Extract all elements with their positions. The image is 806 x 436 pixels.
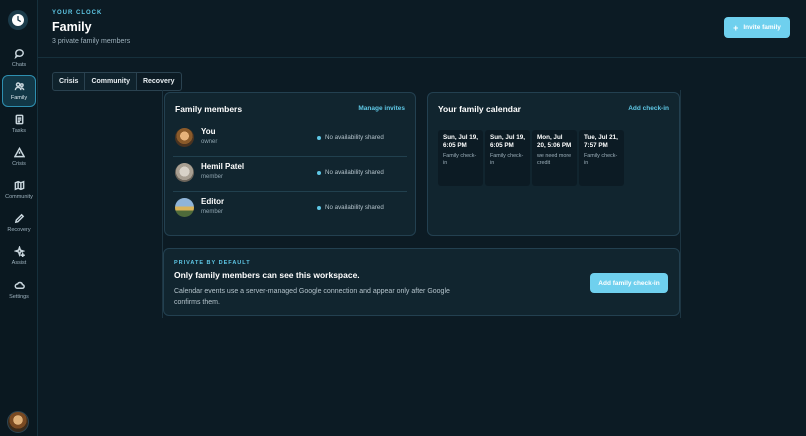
sidebar-item-recovery[interactable]: Recovery (2, 207, 36, 239)
sidebar-item-label: Settings (9, 294, 29, 300)
calendar-event[interactable]: Sun, Jul 19, 6:05 PM Family check-in (485, 130, 530, 186)
sidebar-item-chats[interactable]: Chats (2, 42, 36, 74)
family-members-card: Family members Manage invites You owner … (164, 92, 416, 236)
event-note: Family check-in (490, 153, 524, 166)
sidebar: Chats Family Tasks Crisis Community Reco… (0, 0, 38, 436)
avatar (175, 128, 194, 147)
privacy-title: Only family members can see this workspa… (174, 270, 360, 280)
chat-icon (14, 49, 24, 59)
sidebar-item-tasks[interactable]: Tasks (2, 108, 36, 140)
availability-text: No availability shared (325, 204, 384, 211)
availability-status: No availability shared (317, 134, 384, 141)
availability-status: No availability shared (317, 204, 384, 211)
list-item: You owner No availability shared (173, 122, 407, 157)
tasks-icon (15, 114, 23, 125)
page-header: YOUR CLOCK Family 3 private family membe… (38, 0, 806, 58)
status-dot-icon (317, 135, 321, 140)
avatar (175, 163, 194, 182)
add-check-in-link[interactable]: Add check-in (628, 105, 669, 112)
family-members-title: Family members (175, 104, 243, 114)
pencil-icon (14, 213, 24, 224)
status-dot-icon (317, 205, 321, 210)
tab-crisis[interactable]: Crisis (52, 72, 86, 91)
map-icon (14, 180, 24, 191)
header-eyebrow: YOUR CLOCK (52, 10, 103, 16)
list-item: Editor member No availability shared (173, 192, 407, 227)
sidebar-item-crisis[interactable]: Crisis (2, 141, 36, 173)
calendar-event[interactable]: Sun, Jul 19, 6:05 PM Family check-in (438, 130, 483, 186)
availability-text: No availability shared (325, 134, 384, 141)
tab-recovery[interactable]: Recovery (136, 72, 182, 91)
availability-text: No availability shared (325, 169, 384, 176)
avatar (175, 198, 194, 217)
page-subtitle: 3 private family members (52, 38, 131, 45)
event-note: Family check-in (584, 153, 618, 166)
status-dot-icon (317, 170, 321, 175)
calendar-event[interactable]: Tue, Jul 21, 7:57 PM Family check-in (579, 130, 624, 186)
clock-logo-icon[interactable] (8, 10, 28, 30)
sidebar-item-label: Recovery (7, 227, 31, 233)
add-family-check-in-button[interactable]: Add family check-in (590, 273, 668, 293)
cloud-icon (14, 281, 25, 289)
tab-community[interactable]: Community (85, 72, 137, 91)
plus-icon: + (733, 22, 739, 33)
sidebar-item-label: Tasks (11, 128, 27, 134)
family-icon (14, 82, 24, 91)
invite-family-button[interactable]: + Invite family (724, 17, 790, 38)
event-date: Mon, Jul 20, 5:06 PM (537, 134, 572, 149)
tab-bar: Crisis Community Recovery (52, 72, 182, 91)
event-note: Family check-in (443, 153, 477, 166)
sidebar-item-label: Chats (11, 62, 27, 68)
member-name: Hemil Patel (201, 162, 245, 171)
family-calendar-card: Your family calendar Add check-in Sun, J… (427, 92, 680, 236)
sidebar-item-assist[interactable]: Assist (2, 240, 36, 272)
avatar[interactable] (7, 411, 29, 433)
event-date: Sun, Jul 19, 6:05 PM (490, 134, 525, 149)
family-calendar-title: Your family calendar (438, 104, 521, 114)
event-date: Sun, Jul 19, 6:05 PM (443, 134, 478, 149)
member-name: You (201, 127, 216, 136)
warning-icon (13, 147, 25, 158)
event-note: we need more credit (537, 153, 572, 166)
member-name: Editor (201, 197, 225, 206)
sidebar-item-label: Community (5, 194, 33, 200)
sidebar-item-family[interactable]: Family (2, 75, 36, 107)
privacy-eyebrow: PRIVATE BY DEFAULT (174, 260, 251, 266)
page-title: Family (52, 20, 92, 34)
privacy-description: Calendar events use a server-managed Goo… (174, 288, 450, 306)
manage-invites-link[interactable]: Manage invites (358, 105, 405, 112)
sidebar-item-label: Family (10, 95, 28, 101)
list-item: Hemil Patel member No availability share… (173, 157, 407, 192)
privacy-card: PRIVATE BY DEFAULT Only family members c… (163, 248, 680, 316)
member-role: member (201, 209, 224, 215)
sidebar-item-settings[interactable]: Settings (2, 274, 36, 306)
sidebar-item-community[interactable]: Community (2, 174, 36, 206)
invite-family-label: Invite family (743, 24, 781, 31)
sidebar-item-label: Assist (11, 260, 27, 266)
sidebar-item-label: Crisis (12, 161, 26, 167)
calendar-event[interactable]: Mon, Jul 20, 5:06 PM we need more credit (532, 130, 577, 186)
member-role: member (201, 174, 224, 180)
member-role: owner (201, 139, 218, 145)
sparkle-icon (13, 246, 25, 257)
availability-status: No availability shared (317, 169, 384, 176)
event-date: Tue, Jul 21, 7:57 PM (584, 134, 618, 149)
